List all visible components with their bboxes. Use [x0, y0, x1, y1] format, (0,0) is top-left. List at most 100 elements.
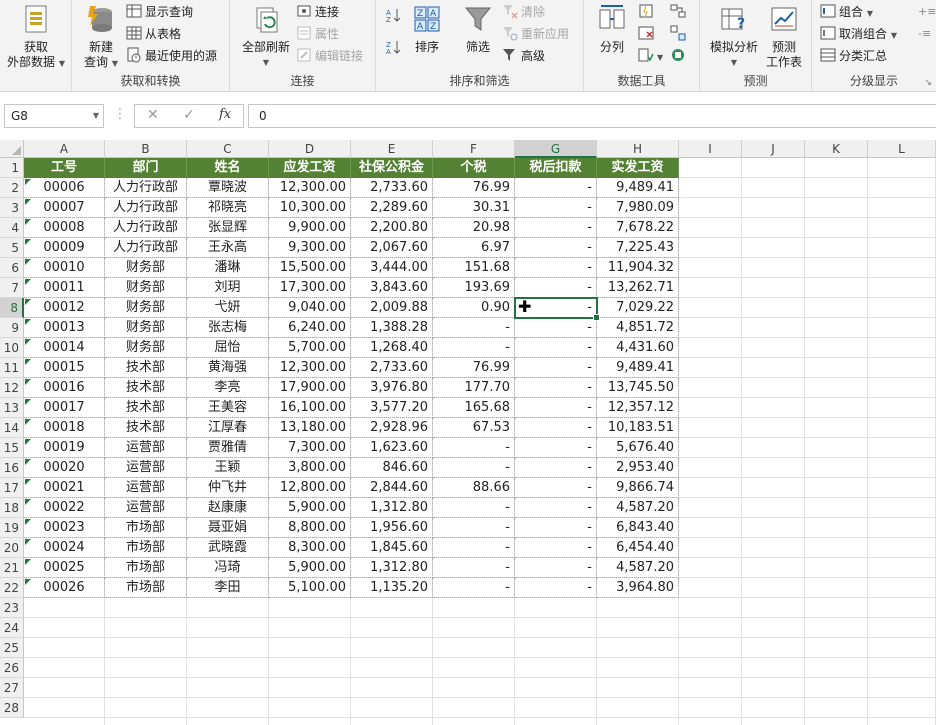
- table-cell[interactable]: 7,980.09: [597, 198, 679, 218]
- table-header-cell[interactable]: 姓名: [187, 158, 269, 178]
- table-cell[interactable]: -: [433, 558, 515, 578]
- row-header[interactable]: 8: [0, 298, 24, 318]
- table-cell[interactable]: 财务部: [105, 318, 187, 338]
- table-cell[interactable]: 2,733.60: [351, 358, 433, 378]
- table-cell[interactable]: 00020: [24, 458, 105, 478]
- table-cell[interactable]: 2,067.60: [351, 238, 433, 258]
- table-cell[interactable]: 3,843.60: [351, 278, 433, 298]
- table-cell[interactable]: 技术部: [105, 378, 187, 398]
- table-cell[interactable]: 30.31: [433, 198, 515, 218]
- table-cell[interactable]: 7,029.22: [597, 298, 679, 318]
- table-cell[interactable]: -: [515, 398, 597, 418]
- table-cell[interactable]: 00018: [24, 418, 105, 438]
- column-header[interactable]: F: [433, 140, 515, 158]
- column-header[interactable]: G: [515, 140, 597, 158]
- table-cell[interactable]: 1,135.20: [351, 578, 433, 598]
- sort-button[interactable]: Z A A Z 排序: [410, 4, 444, 55]
- table-cell[interactable]: -: [515, 198, 597, 218]
- table-cell[interactable]: -: [433, 438, 515, 458]
- table-cell[interactable]: -: [515, 278, 597, 298]
- row-header[interactable]: 11: [0, 358, 24, 378]
- table-cell[interactable]: 00019: [24, 438, 105, 458]
- table-header-cell[interactable]: 社保公积金: [351, 158, 433, 178]
- row-header[interactable]: 19: [0, 518, 24, 538]
- table-cell[interactable]: 12,357.12: [597, 398, 679, 418]
- row-header[interactable]: 16: [0, 458, 24, 478]
- table-cell[interactable]: 人力行政部: [105, 218, 187, 238]
- sort-desc-button[interactable]: ZA: [386, 38, 406, 58]
- table-cell[interactable]: 聂亚娟: [187, 518, 269, 538]
- table-cell[interactable]: 3,976.80: [351, 378, 433, 398]
- table-cell[interactable]: 00006: [24, 178, 105, 198]
- connections-button[interactable]: 连接: [296, 2, 339, 22]
- data-validation-button[interactable]: ▼: [638, 46, 663, 66]
- row-header[interactable]: 26: [0, 658, 24, 678]
- column-header[interactable]: L: [868, 140, 936, 158]
- table-cell[interactable]: 市场部: [105, 558, 187, 578]
- table-cell[interactable]: -: [515, 438, 597, 458]
- row-header[interactable]: 3: [0, 198, 24, 218]
- table-cell[interactable]: 16,100.00: [269, 398, 351, 418]
- table-cell[interactable]: 00014: [24, 338, 105, 358]
- table-cell[interactable]: 9,489.41: [597, 358, 679, 378]
- table-header-cell[interactable]: 税后扣款: [515, 158, 597, 178]
- table-header-cell[interactable]: 个税: [433, 158, 515, 178]
- table-cell[interactable]: 运营部: [105, 458, 187, 478]
- table-cell[interactable]: 6,843.40: [597, 518, 679, 538]
- table-cell[interactable]: -: [515, 518, 597, 538]
- table-cell[interactable]: 15,500.00: [269, 258, 351, 278]
- table-cell[interactable]: 祁晓亮: [187, 198, 269, 218]
- table-cell[interactable]: 王永高: [187, 238, 269, 258]
- table-cell[interactable]: 2,928.96: [351, 418, 433, 438]
- table-cell[interactable]: 人力行政部: [105, 238, 187, 258]
- table-cell[interactable]: 151.68: [433, 258, 515, 278]
- table-cell[interactable]: 技术部: [105, 358, 187, 378]
- worksheet-grid[interactable]: A B C D E F G H I J K L 1 2 3 4 5 6 7 8 9 10 11 12 13 14 15 16 17 18 1…: [0, 140, 936, 725]
- remove-duplicates-button[interactable]: [638, 24, 657, 44]
- table-cell[interactable]: 76.99: [433, 178, 515, 198]
- table-cell[interactable]: 76.99: [433, 358, 515, 378]
- row-header[interactable]: 2: [0, 178, 24, 198]
- table-cell[interactable]: 7,300.00: [269, 438, 351, 458]
- table-cell[interactable]: -: [515, 358, 597, 378]
- table-cell[interactable]: -: [515, 338, 597, 358]
- show-queries-button[interactable]: 显示查询: [126, 2, 193, 22]
- table-cell[interactable]: 9,866.74: [597, 478, 679, 498]
- enter-icon[interactable]: ✓: [183, 107, 195, 123]
- subtotal-button[interactable]: 分类汇总: [820, 46, 887, 66]
- what-if-analysis-button[interactable]: ? 模拟分析 ▼: [706, 4, 762, 70]
- table-cell[interactable]: -: [515, 498, 597, 518]
- text-to-columns-button[interactable]: 分列: [592, 4, 632, 55]
- column-header[interactable]: A: [24, 140, 105, 158]
- table-cell[interactable]: 00007: [24, 198, 105, 218]
- table-cell[interactable]: 9,300.00: [269, 238, 351, 258]
- table-cell[interactable]: 00015: [24, 358, 105, 378]
- advanced-button[interactable]: 高级: [502, 46, 545, 66]
- table-cell[interactable]: 00017: [24, 398, 105, 418]
- refresh-all-button[interactable]: 全部刷新 ▼: [236, 4, 296, 70]
- row-header[interactable]: 21: [0, 558, 24, 578]
- table-cell[interactable]: 1,623.60: [351, 438, 433, 458]
- table-cell[interactable]: 00013: [24, 318, 105, 338]
- table-cell[interactable]: 10,183.51: [597, 418, 679, 438]
- table-cell[interactable]: 2,844.60: [351, 478, 433, 498]
- table-cell[interactable]: -: [433, 538, 515, 558]
- row-header[interactable]: 12: [0, 378, 24, 398]
- table-cell[interactable]: 17,300.00: [269, 278, 351, 298]
- table-cell[interactable]: 王美容: [187, 398, 269, 418]
- table-cell[interactable]: -: [515, 218, 597, 238]
- table-cell[interactable]: 1,268.40: [351, 338, 433, 358]
- insert-function-icon[interactable]: fx: [219, 107, 231, 122]
- table-cell[interactable]: 88.66: [433, 478, 515, 498]
- table-cell[interactable]: 00010: [24, 258, 105, 278]
- table-cell[interactable]: -: [433, 338, 515, 358]
- manage-data-model-button[interactable]: [670, 46, 689, 66]
- row-header[interactable]: 15: [0, 438, 24, 458]
- table-cell[interactable]: 仲飞井: [187, 478, 269, 498]
- table-cell[interactable]: 2,200.80: [351, 218, 433, 238]
- table-cell[interactable]: 1,956.60: [351, 518, 433, 538]
- table-cell[interactable]: 13,180.00: [269, 418, 351, 438]
- row-header[interactable]: 6: [0, 258, 24, 278]
- table-cell[interactable]: 193.69: [433, 278, 515, 298]
- table-cell[interactable]: 3,444.00: [351, 258, 433, 278]
